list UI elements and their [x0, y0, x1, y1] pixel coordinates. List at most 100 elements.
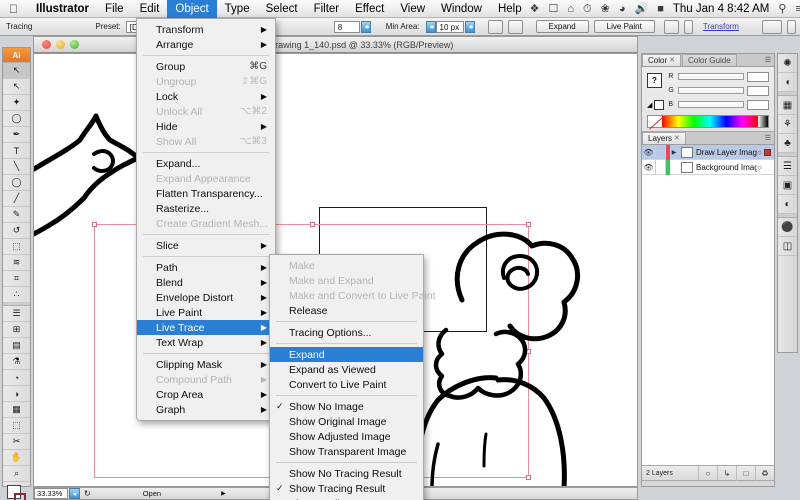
menu-item-rasterize[interactable]: Rasterize... — [137, 201, 275, 216]
target-indicator-icon[interactable]: ○ — [757, 148, 764, 157]
channel-g-slider[interactable] — [678, 87, 744, 94]
selection-handle-tc[interactable] — [310, 222, 315, 227]
menu-item-show-original-image[interactable]: Show Original Image — [270, 414, 423, 429]
graphic-styles-panel-icon[interactable]: ♣ — [778, 134, 797, 153]
menu-item-convert-to-live-paint[interactable]: Convert to Live Paint — [270, 377, 423, 392]
menu-item-show-outlines[interactable]: Show Outlines — [270, 496, 423, 500]
home-sync-icon[interactable]: ⌂ — [567, 0, 574, 18]
menu-bar-clock[interactable]: Thu Jan 4 8:42 AM — [673, 3, 770, 15]
menu-item-envelope-distort[interactable]: Envelope Distort ▶ — [137, 290, 275, 305]
menu-item-transform[interactable]: Transform ▶ — [137, 22, 275, 37]
tab-color[interactable]: Color ✕ — [642, 54, 681, 66]
menu-item-release[interactable]: Release — [270, 303, 423, 318]
create-new-layer-button[interactable]: □ — [736, 465, 755, 481]
menu-item-graph[interactable]: Graph ▶ — [137, 402, 275, 417]
menu-type[interactable]: Type — [217, 0, 258, 18]
selection-handle-mr[interactable] — [526, 349, 531, 354]
white-black-ramp[interactable] — [758, 116, 768, 127]
type-tool[interactable]: T — [3, 143, 30, 159]
color-spectrum-ramp[interactable] — [647, 115, 769, 128]
panel-menu-icon[interactable]: ☰ — [765, 56, 771, 64]
expand-button[interactable]: Expand — [535, 20, 589, 33]
tracing-preview-icon[interactable] — [487, 19, 503, 34]
menu-window[interactable]: Window — [433, 0, 490, 18]
threshold-field[interactable]: 8 — [333, 20, 360, 33]
optionsbar-overflow-icon[interactable] — [787, 19, 796, 34]
panel-menu-icon[interactable]: ☰ — [765, 134, 771, 142]
lock-toggle[interactable] — [655, 144, 666, 160]
live-paint-selection-tool[interactable]: ▦ — [3, 402, 30, 418]
transparency-panel-icon[interactable]: ◐ — [778, 195, 797, 214]
menu-item-arrange[interactable]: Arrange ▶ — [137, 37, 275, 52]
menu-item-slice[interactable]: Slice ▶ — [137, 238, 275, 253]
tab-layers[interactable]: Layers ✕ — [642, 132, 686, 144]
airplay-icon[interactable]: ☐ — [548, 0, 558, 18]
menu-effect[interactable]: Effect — [347, 0, 392, 18]
selection-tool[interactable]: ↖ — [3, 63, 30, 79]
menu-item-expand[interactable]: Expand — [270, 347, 423, 362]
lock-toggle[interactable] — [655, 159, 666, 175]
menu-item-live-trace[interactable]: Live Trace ▶ — [137, 320, 275, 335]
lasso-tool[interactable]: ◯ — [3, 111, 30, 127]
close-icon[interactable]: ✕ — [674, 133, 680, 145]
close-icon[interactable]: ✕ — [669, 55, 675, 67]
channel-r-slider[interactable] — [678, 73, 744, 80]
symbols-panel-icon[interactable]: ⚘ — [778, 115, 797, 134]
live-trace-submenu[interactable]: Make Make and Expand Make and Convert to L… — [269, 254, 436, 500]
tools-panel-header[interactable]: Ai — [3, 48, 30, 63]
fill-and-stroke-controls[interactable] — [3, 482, 30, 500]
volume-icon[interactable]: 🔊 — [634, 0, 648, 18]
magic-wand-tool[interactable]: ✦ — [3, 95, 30, 111]
color-channel-b[interactable]: B — [668, 99, 769, 110]
transform-link[interactable]: Transform — [703, 22, 739, 31]
min-area-stepper-left[interactable] — [425, 20, 436, 33]
tab-color-guide[interactable]: Color Guide — [682, 54, 737, 66]
free-transform-tool[interactable]: ⌗ — [3, 271, 30, 287]
menu-help[interactable]: Help — [490, 0, 530, 18]
wifi-icon[interactable]: ◕ — [619, 0, 626, 18]
align-panel-icon[interactable]: ▣ — [778, 176, 797, 195]
menu-item-blend[interactable]: Blend ▶ — [137, 275, 275, 290]
menu-item-clipping-mask[interactable]: Clipping Mask ▶ — [137, 357, 275, 372]
layer-row[interactable]: 👁 ▶ Draw Layer Image ○ — [642, 144, 774, 160]
dropdown-arrow-icon[interactable] — [683, 19, 693, 34]
menu-item-show-tracing-result[interactable]: ✓ Show Tracing Result — [270, 481, 423, 496]
notification-center-icon[interactable]: ≡ — [795, 0, 800, 18]
appearance-panel-icon[interactable]: ⚫ — [778, 218, 797, 237]
tracing-options-icon[interactable] — [663, 19, 679, 34]
selection-handle-tr[interactable] — [526, 222, 531, 227]
swatches-panel-icon[interactable]: ▦ — [778, 96, 797, 115]
layers-list[interactable]: 👁 ▶ Draw Layer Image ○ 👁 Background Image ○ — [642, 144, 774, 465]
live-paint-bucket-tool[interactable]: ◑ — [3, 386, 30, 402]
channel-g-field[interactable] — [747, 85, 769, 96]
stroke-swatch[interactable] — [14, 493, 26, 500]
selection-indicator[interactable] — [764, 148, 771, 156]
none-color-icon[interactable]: ◢ — [647, 101, 652, 109]
artboards-panel-icon[interactable]: ◫ — [778, 237, 797, 256]
battery-icon[interactable]: ■ — [657, 0, 664, 18]
menu-item-hide[interactable]: Hide ▶ — [137, 119, 275, 134]
menu-edit[interactable]: Edit — [132, 0, 168, 18]
menu-view[interactable]: View — [392, 0, 433, 18]
selection-handle-tl[interactable] — [92, 222, 97, 227]
menu-illustrator[interactable]: Illustrator — [28, 0, 97, 18]
crop-area-tool[interactable]: ⬚ — [3, 418, 30, 434]
menu-item-show-transparent-image[interactable]: Show Transparent Image — [270, 444, 423, 459]
time-machine-icon[interactable]: ⏱ — [583, 0, 592, 18]
menu-file[interactable]: File — [97, 0, 132, 18]
spotlight-search-icon[interactable]: ⚲ — [778, 0, 786, 18]
menu-object[interactable]: Object — [167, 0, 217, 18]
color-channel-g[interactable]: G — [668, 85, 769, 96]
threshold-spinbox[interactable]: 8 — [333, 20, 371, 33]
stroke-panel-icon[interactable]: ☰ — [778, 157, 797, 176]
pencil-tool[interactable]: ✎ — [3, 207, 30, 223]
target-indicator-icon[interactable]: ○ — [757, 163, 764, 172]
selection-handle-br[interactable] — [526, 475, 531, 480]
live-paint-button[interactable]: Live Paint — [593, 20, 655, 33]
gradient-tool[interactable]: ▤ — [3, 338, 30, 354]
none-swatch-icon[interactable] — [648, 116, 662, 127]
expand-triangle-icon[interactable]: ▶ — [670, 149, 678, 156]
channel-r-field[interactable] — [747, 71, 769, 82]
menu-item-text-wrap[interactable]: Text Wrap ▶ — [137, 335, 275, 350]
create-new-sublayer-button[interactable]: ↳ — [717, 465, 736, 481]
